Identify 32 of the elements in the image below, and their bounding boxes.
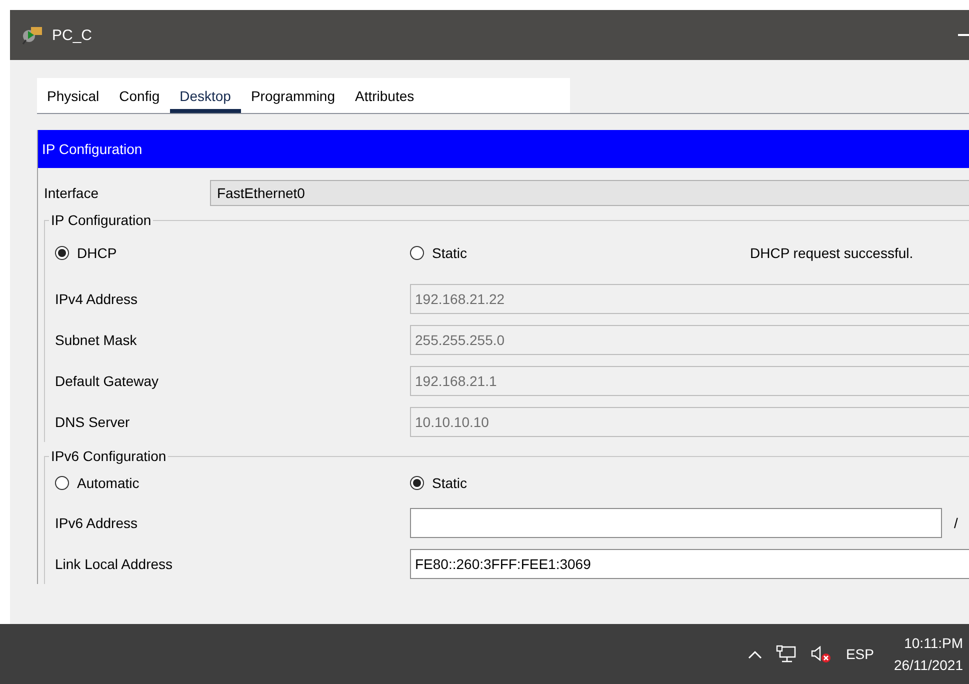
clock-time: 10:11:PM xyxy=(904,635,963,651)
field-label: DNS Server xyxy=(55,414,131,430)
group-title: IP Configuration xyxy=(50,212,152,228)
group-title: IPv6 Configuration xyxy=(50,448,168,464)
field-label: Link Local Address xyxy=(55,556,174,572)
field-label: IPv6 Address xyxy=(55,514,138,530)
speaker-muted-icon[interactable] xyxy=(810,645,832,663)
tab[interactable]: Programming xyxy=(240,78,345,113)
tab[interactable]: Physical xyxy=(37,78,110,113)
field-label: IPv4 Address xyxy=(55,290,138,306)
clock-date: 26/11/2021 xyxy=(894,657,963,673)
field-label: Subnet Mask xyxy=(55,332,138,348)
window-title: PC_C xyxy=(52,26,92,44)
input-field[interactable]: FE80::260:3FFF:FEE1:3069 xyxy=(410,548,969,578)
tab[interactable]: Desktop xyxy=(170,78,241,113)
chevron-up-icon[interactable] xyxy=(748,650,762,658)
interface-dropdown[interactable]: FastEthernet0 xyxy=(210,180,969,206)
network-icon[interactable] xyxy=(776,645,796,663)
language-indicator[interactable]: ESP xyxy=(846,646,874,662)
computer-icon xyxy=(22,25,44,45)
field-label: Interface xyxy=(43,185,100,201)
tab[interactable]: Attributes xyxy=(345,78,424,113)
tab[interactable]: Config xyxy=(109,78,170,113)
radio-option[interactable]: Static xyxy=(410,475,765,491)
input-field[interactable] xyxy=(410,508,942,538)
field-label: Default Gateway xyxy=(55,372,160,388)
status-message: DHCP request successful. xyxy=(750,245,914,261)
prefix-separator: / xyxy=(954,514,958,530)
radio-option[interactable]: DHCP xyxy=(55,245,410,261)
radio-option[interactable]: Static xyxy=(410,245,750,261)
panel-header: IP Configuration xyxy=(38,130,969,168)
radio-option[interactable]: Automatic xyxy=(55,475,410,491)
